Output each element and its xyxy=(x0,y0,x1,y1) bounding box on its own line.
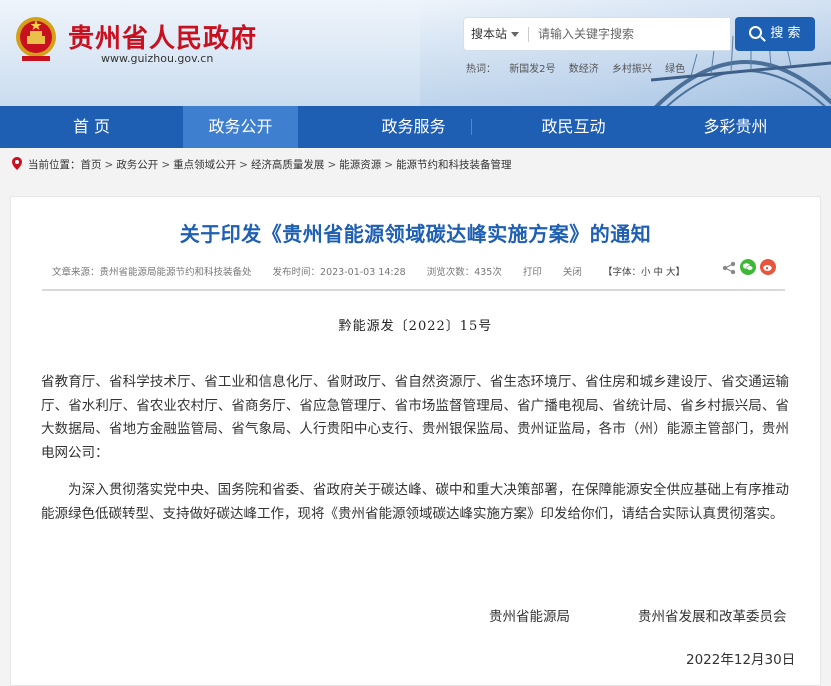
breadcrumb-link[interactable]: 经济高质量发展 xyxy=(251,159,325,171)
article-meta: 文章来源：贵州省能源局能源节约和科技装备处 发布时间：2023-01-03 14… xyxy=(52,264,685,278)
breadcrumb-separator: > xyxy=(104,159,114,171)
hotword-link[interactable]: 绿色 xyxy=(665,64,685,75)
breadcrumb-link[interactable]: 政务公开 xyxy=(116,159,158,171)
search-scope-label: 搜本站 xyxy=(470,27,507,41)
hotword-link[interactable]: 新国发2号 xyxy=(509,64,555,75)
recipients-paragraph: 省教育厅、省科学技术厅、省工业和信息化厅、省财政厅、省自然资源厅、省生态环境厅、… xyxy=(41,374,789,461)
signatory: 贵州省能源局 xyxy=(489,609,570,625)
hotword-link[interactable]: 数经济 xyxy=(569,64,599,75)
nav-item-home[interactable]: 首 页 xyxy=(0,106,183,148)
search-scope-dropdown[interactable]: 搜本站 xyxy=(464,18,526,50)
signatory: 贵州省发展和改革委员会 xyxy=(638,609,787,625)
site-header: 贵州省人民政府 www.guizhou.gov.cn 搜本站 搜 索 热词： 新… xyxy=(0,0,831,106)
breadcrumb-separator: > xyxy=(384,159,394,171)
search-button[interactable]: 搜 索 xyxy=(735,17,815,51)
breadcrumb-link-home[interactable]: 首页 xyxy=(81,159,102,171)
breadcrumb-link-current[interactable]: 能源节约和科技装备管理 xyxy=(396,159,512,171)
hotwords-label: 热词： xyxy=(466,64,496,75)
publish-time: 发布时间：2023-01-03 14:28 xyxy=(272,267,406,278)
nav-item-public-interaction[interactable]: 政民互动 xyxy=(516,106,631,148)
weibo-icon[interactable] xyxy=(760,259,776,275)
nav-item-colorful-guizhou[interactable]: 多彩贵州 xyxy=(678,106,793,148)
divider xyxy=(528,27,529,42)
title-divider xyxy=(42,289,785,291)
search-input[interactable] xyxy=(538,22,724,46)
main-nav: 首 页 政务公开 政务服务 政民互动 多彩贵州 xyxy=(0,106,831,148)
search-icon xyxy=(749,26,763,39)
nav-item-government-affairs-disclosure[interactable]: 政务公开 xyxy=(183,106,298,148)
national-emblem-icon xyxy=(16,17,56,61)
print-link[interactable]: 打印 xyxy=(523,267,542,278)
article-title: 关于印发《贵州省能源领域碳达峰实施方案》的通知 xyxy=(179,222,652,246)
wechat-icon[interactable] xyxy=(740,259,756,275)
breadcrumb-separator: > xyxy=(239,159,248,171)
site-title[interactable]: 贵州省人民政府 xyxy=(68,18,257,55)
breadcrumb-prefix: 当前位置： xyxy=(28,159,81,171)
document-date: 2022年12月30日 xyxy=(686,652,796,668)
search-button-label: 搜 索 xyxy=(770,26,801,41)
view-count: 浏览次数：435次 xyxy=(426,267,502,278)
hotword-link[interactable]: 乡村振兴 xyxy=(612,64,652,75)
breadcrumb-separator: > xyxy=(161,159,171,171)
share-icon[interactable] xyxy=(722,261,736,275)
breadcrumb: 当前位置：首页 > 政务公开 > 重点领域公开 > 经济高质量发展 > 能源资源 > 能源节约和科技… xyxy=(12,157,512,175)
breadcrumb-separator: > xyxy=(327,159,337,171)
search-box: 搜本站 xyxy=(463,17,731,51)
nav-separator xyxy=(471,119,472,135)
site-url: www.guizhou.gov.cn xyxy=(101,52,214,65)
font-size-switcher[interactable]: 【字体：小 中 大】 xyxy=(603,267,685,278)
breadcrumb-link[interactable]: 能源资源 xyxy=(339,159,381,171)
breadcrumb-link[interactable]: 重点领域公开 xyxy=(173,159,236,171)
body-paragraph: 为深入贯彻落实党中央、国务院和省委、省政府关于碳达峰、碳中和重大决策部署，在保障… xyxy=(41,482,789,522)
location-pin-icon xyxy=(12,157,22,170)
nav-item-government-services[interactable]: 政务服务 xyxy=(356,106,471,148)
document-number: 黔能源发〔2022〕15号 xyxy=(338,319,493,334)
article-source: 文章来源：贵州省能源局能源节约和科技装备处 xyxy=(52,267,252,278)
hotwords: 热词： 新国发2号 数经济 乡村振兴 绿色 xyxy=(466,60,695,75)
chevron-down-icon xyxy=(511,32,519,37)
close-link[interactable]: 关闭 xyxy=(563,267,582,278)
